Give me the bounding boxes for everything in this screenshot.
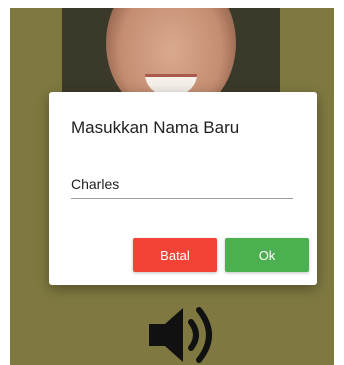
profile-photo [62,8,280,100]
rename-dialog: Masukkan Nama Baru Batal Ok [49,92,317,285]
ok-button[interactable]: Ok [225,238,309,272]
speaker-icon[interactable] [147,304,221,365]
dialog-title: Masukkan Nama Baru [71,118,240,137]
name-input[interactable] [71,170,293,199]
cancel-button[interactable]: Batal [133,238,217,272]
